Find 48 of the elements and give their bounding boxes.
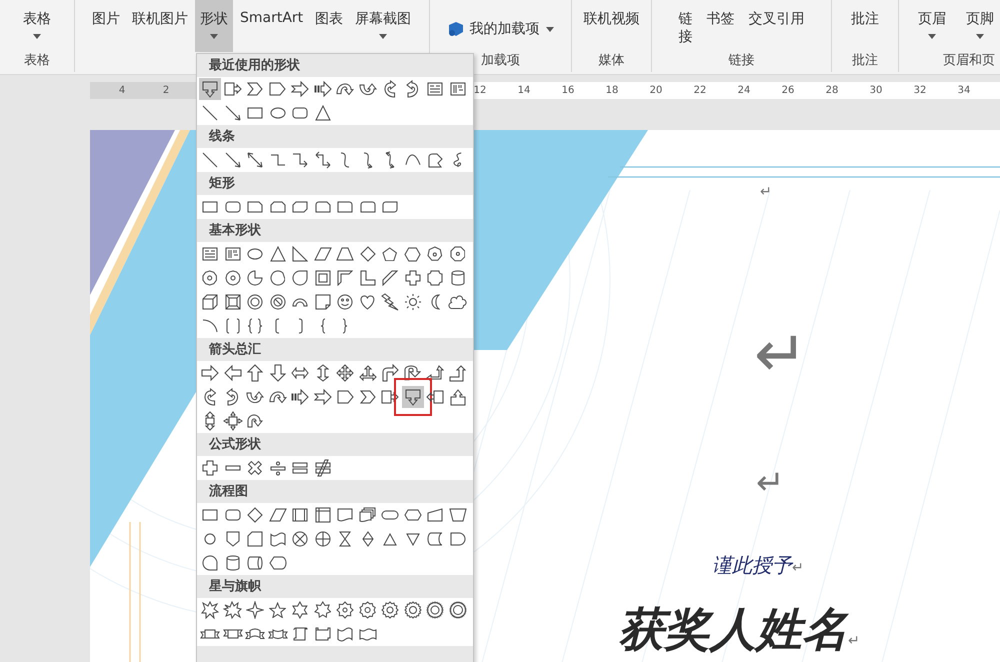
group-label: 媒体 [598, 52, 626, 70]
ruler-label: 12 [472, 85, 488, 96]
ribbon-button[interactable]: 联机图片 [127, 0, 193, 52]
group-label: 加载项 [480, 52, 521, 70]
ruler-label: 18 [604, 85, 620, 96]
ruler-label: 22 [692, 85, 708, 96]
ribbon-button[interactable]: 链接 [674, 0, 698, 52]
ribbon-button[interactable]: 交叉引用 [744, 0, 810, 52]
ribbon-button[interactable]: 图片 [87, 0, 125, 52]
ribbon-button[interactable]: 屏幕截图 [350, 0, 416, 52]
section-header: 最近使用的形状 [197, 54, 473, 77]
group-label: 链接 [728, 52, 756, 70]
ruler-label: 16 [560, 85, 576, 96]
ruler-label: 14 [516, 85, 532, 96]
ribbon-button[interactable]: SmartArt [235, 0, 308, 52]
ribbon-button[interactable]: 页脚 [961, 0, 999, 52]
ruler-label: 34 [956, 85, 972, 96]
ribbon-button[interactable]: 页眉 [913, 0, 951, 52]
ribbon-button[interactable]: 图表 [310, 0, 348, 52]
ruler-label: 28 [824, 85, 840, 96]
ruler-label: 2 [162, 85, 170, 96]
ribbon-button[interactable]: 联机视频 [578, 0, 644, 52]
ribbon-button[interactable]: 表格 [18, 0, 56, 52]
ruler-label: 24 [736, 85, 752, 96]
ribbon-button[interactable]: 书签 [702, 0, 740, 52]
group-label: 页眉和页 [942, 52, 996, 70]
paragraph-mark: ↵ [756, 465, 784, 502]
ruler-label: 4 [118, 85, 126, 96]
section-header: 流程图 [197, 480, 473, 503]
section-header: 线条 [197, 125, 473, 148]
ruler-label: 26 [780, 85, 796, 96]
section-header: 公式形状 [197, 433, 473, 456]
paragraph-mark: ↵ [754, 320, 808, 390]
awardee-name: 获奖人姓名↵ [618, 604, 860, 655]
paragraph-mark: ↵ [760, 185, 772, 200]
ribbon-button[interactable]: 批注 [846, 0, 884, 52]
section-header: 箭头总汇 [197, 338, 473, 361]
ribbon-button[interactable]: 形状 [195, 0, 233, 52]
section-header: 基本形状 [197, 219, 473, 242]
section-header: 星与旗帜 [197, 575, 473, 598]
ribbon-button[interactable]: 我的加载项 [442, 0, 560, 40]
group-label: 批注 [851, 52, 879, 70]
ruler-label: 30 [868, 85, 884, 96]
ruler-label: 20 [648, 85, 664, 96]
ruler-label: 32 [912, 85, 928, 96]
group-label: 表格 [23, 52, 51, 70]
award-subtitle: 谨此授予↵ [712, 554, 804, 576]
section-header: 矩形 [197, 172, 473, 195]
